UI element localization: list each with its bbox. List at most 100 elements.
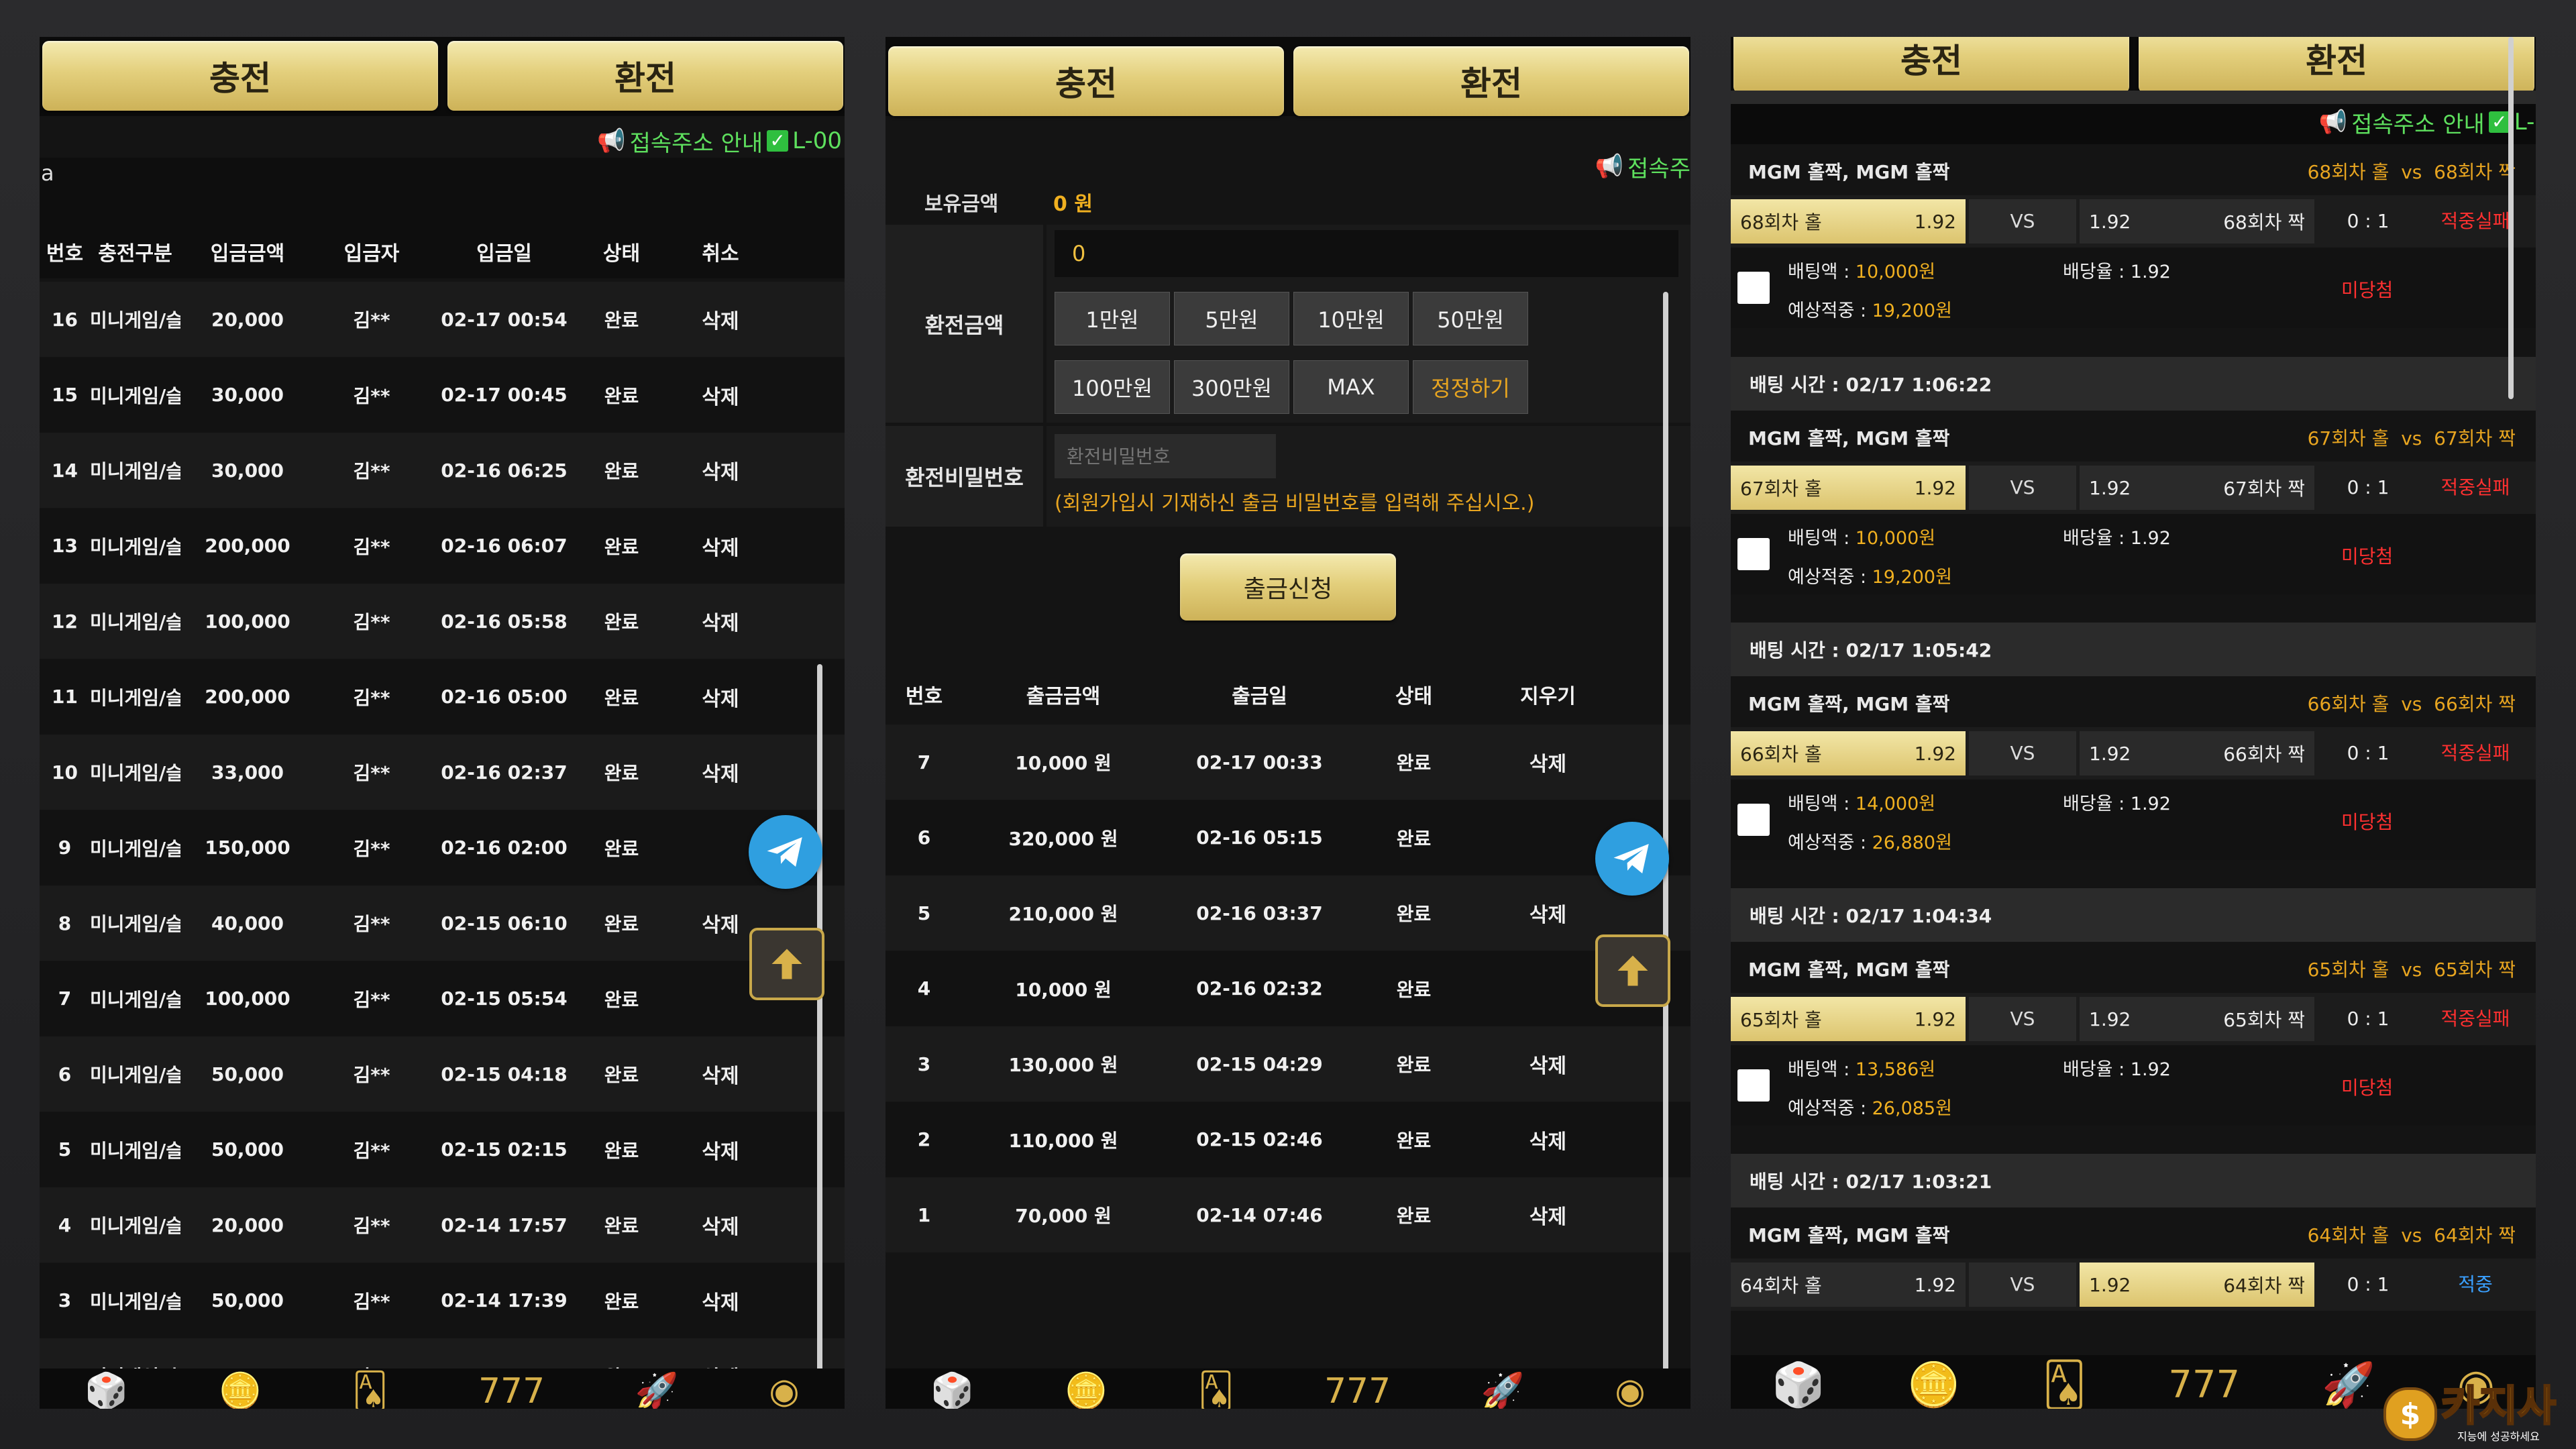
amount-button[interactable]: 50만원	[1413, 292, 1528, 345]
bet-option-right[interactable]: 1.92 66회차 짝	[2080, 731, 2314, 775]
coin-icon[interactable]: 🪙	[1065, 1374, 1108, 1409]
match-row: 66회차 홀 1.92 VS 1.92 66회차 짝 0 : 1 적중실패	[1731, 727, 2536, 780]
card-icon[interactable]: 🂡	[352, 1374, 388, 1409]
bet-option-left[interactable]: 64회차 홀 1.92	[1731, 1263, 1966, 1307]
access-notice[interactable]: 📢 접속주	[1595, 146, 1690, 186]
exchange-button[interactable]: 환전	[2139, 37, 2534, 93]
delete-button[interactable]: 삭제	[663, 531, 777, 561]
top-bar: 충전 환전	[1731, 37, 2536, 95]
dice-icon[interactable]: 🎲	[930, 1374, 974, 1409]
amount-button[interactable]: 1만원	[1055, 292, 1170, 345]
bet-option-right[interactable]: 1.92 64회차 짝	[2080, 1263, 2314, 1307]
scrollbar[interactable]	[817, 664, 822, 1409]
col-status: 완료	[604, 686, 639, 709]
col-status: 완료	[1396, 978, 1432, 1001]
holding-label: 보유금액	[924, 193, 999, 216]
dice-icon[interactable]: 🎲	[1772, 1362, 1825, 1409]
expected-value: 26,085원	[1872, 1098, 1952, 1119]
delete-button[interactable]: 삭제	[1472, 747, 1623, 777]
delete-button[interactable]: 삭제	[663, 455, 777, 485]
odds-label: 배당율 : 1.92	[2063, 794, 2171, 814]
slot-777-icon[interactable]: 777	[478, 1374, 545, 1409]
dice-icon[interactable]: 🎲	[85, 1374, 128, 1409]
delete-button[interactable]: 삭제	[663, 606, 777, 636]
roulette-icon[interactable]: ◉	[769, 1374, 799, 1409]
bet-option-left[interactable]: 68회차 홀 1.92	[1731, 199, 1966, 244]
rocket-icon[interactable]: 🚀	[1481, 1374, 1525, 1409]
charge-button[interactable]: 충전	[42, 41, 438, 111]
bet-select-checkbox[interactable]	[1737, 804, 1770, 836]
charge-button[interactable]: 충전	[888, 46, 1284, 116]
amount-button[interactable]: 정정하기	[1413, 360, 1528, 414]
scroll-top-button[interactable]	[1595, 934, 1670, 1007]
delete-button[interactable]: 삭제	[663, 757, 777, 787]
col-number: 4	[58, 1214, 72, 1236]
card-icon[interactable]: 🂡	[2043, 1362, 2086, 1409]
col-type: 미니게임/슬롯	[90, 309, 180, 331]
exchange-button[interactable]: 환전	[447, 41, 843, 111]
col-number: 1	[917, 1203, 931, 1226]
delete-button[interactable]: 삭제	[1472, 1200, 1623, 1230]
col-type: 미니게임/슬롯	[90, 913, 180, 935]
telegram-button[interactable]	[749, 815, 822, 889]
telegram-icon	[767, 837, 802, 867]
delete-button[interactable]: 삭제	[663, 380, 777, 410]
col-status: 완료	[604, 309, 639, 331]
holding-row: 보유금액 0 원	[885, 184, 1690, 218]
bet-select-checkbox[interactable]	[1737, 272, 1770, 304]
bet-option-right[interactable]: 1.92 65회차 짝	[2080, 997, 2314, 1041]
coin-icon[interactable]: 🪙	[1907, 1362, 1961, 1409]
access-notice[interactable]: 📢 접속주소 안내 ✓ L-0	[2319, 102, 2536, 142]
delete-button[interactable]: 삭제	[1472, 1049, 1623, 1079]
col-number-header: 번호	[46, 242, 84, 266]
access-notice[interactable]: 📢 접속주소 안내 ✓ L-00	[597, 121, 842, 161]
game-name: MGM 홀짝, MGM 홀짝	[1748, 161, 1950, 183]
bet-option-left[interactable]: 66회차 홀 1.92	[1731, 731, 1966, 775]
delete-button[interactable]: 삭제	[663, 1135, 777, 1165]
card-icon[interactable]: 🂡	[1198, 1374, 1234, 1409]
exchange-button[interactable]: 환전	[1293, 46, 1689, 116]
exchange-amount-input[interactable]: 0	[1055, 230, 1678, 277]
delete-button[interactable]: 삭제	[663, 682, 777, 712]
bet-select-checkbox[interactable]	[1737, 1069, 1770, 1102]
delete-button[interactable]: 삭제	[663, 1210, 777, 1240]
delete-button[interactable]: 삭제	[663, 305, 777, 334]
col-status: 완료	[604, 837, 639, 860]
col-type: 미니게임/슬롯	[90, 535, 180, 558]
exchange-password-input[interactable]	[1055, 434, 1276, 478]
coin-icon[interactable]: 🪙	[219, 1374, 262, 1409]
bet-option-right[interactable]: 1.92 67회차 짝	[2080, 466, 2314, 510]
col-depositor: 김**	[353, 309, 390, 331]
delete-button[interactable]: 삭제	[1472, 898, 1623, 928]
amount-button[interactable]: 300만원	[1174, 360, 1289, 414]
bet-time-spacer	[1731, 91, 2536, 104]
col-number: 15	[52, 384, 78, 406]
amount-button[interactable]: 5만원	[1174, 292, 1289, 345]
bet-select-checkbox[interactable]	[1737, 538, 1770, 570]
rocket-icon[interactable]: 🚀	[635, 1374, 679, 1409]
col-amount: 10,000 원	[1015, 752, 1112, 774]
slot-777-icon[interactable]: 777	[2168, 1362, 2240, 1409]
scroll-top-button[interactable]	[749, 928, 824, 1000]
bet-option-left[interactable]: 67회차 홀 1.92	[1731, 466, 1966, 510]
score: 0 : 1	[2347, 1273, 2390, 1295]
withdraw-request-button[interactable]: 출금신청	[1180, 553, 1396, 621]
roulette-icon[interactable]: ◉	[1615, 1374, 1645, 1409]
delete-button[interactable]: 삭제	[663, 1286, 777, 1316]
scrollbar[interactable]	[2508, 37, 2514, 399]
delete-button[interactable]: 삭제	[663, 1059, 777, 1089]
rocket-icon[interactable]: 🚀	[2322, 1362, 2375, 1409]
match-name: 65회차 홀 vs 65회차 짝	[2307, 959, 2516, 981]
amount-button[interactable]: 100만원	[1055, 360, 1170, 414]
telegram-button[interactable]	[1595, 822, 1669, 896]
bet-option-right[interactable]: 1.92 68회차 짝	[2080, 199, 2314, 244]
amount-button[interactable]: 10만원	[1293, 292, 1409, 345]
option-odds: 1.92	[1914, 1273, 1956, 1296]
delete-button[interactable]: 삭제	[1472, 1125, 1623, 1155]
bet-option-left[interactable]: 65회차 홀 1.92	[1731, 997, 1966, 1041]
charge-button[interactable]: 충전	[1733, 37, 2129, 93]
match-row: 64회차 홀 1.92 VS 1.92 64회차 짝 0 : 1 적중	[1731, 1258, 2536, 1311]
amount-button[interactable]: MAX	[1293, 360, 1409, 414]
notice-text: 접속주	[1627, 155, 1690, 182]
slot-777-icon[interactable]: 777	[1324, 1374, 1391, 1409]
